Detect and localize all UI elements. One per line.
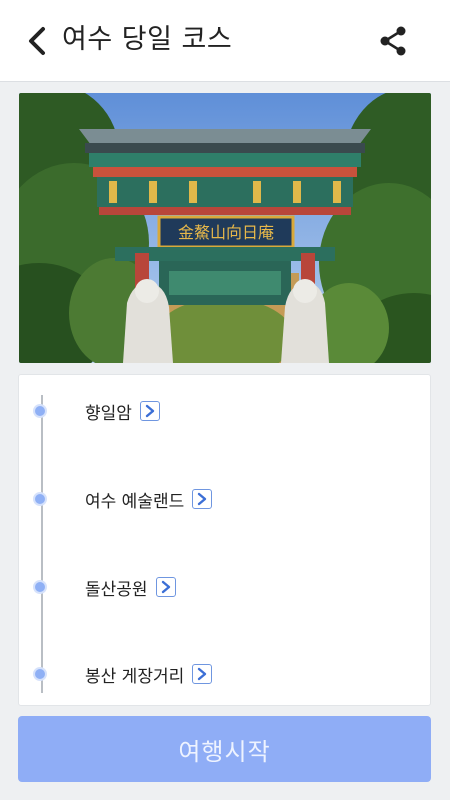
stop-label: 향일암 — [85, 403, 132, 424]
timeline-dot — [33, 580, 47, 594]
temple-gate-illustration: 金鰲山向日庵 — [19, 93, 431, 363]
course-stop: 여수 예술랜드 — [33, 485, 213, 513]
chevron-right-icon — [145, 404, 155, 418]
app-header: 여수 당일 코스 — [0, 0, 450, 82]
page-title: 여수 당일 코스 — [62, 24, 233, 55]
timeline-line — [41, 395, 43, 693]
chevron-right-icon — [161, 580, 170, 594]
hero-image: 金鰲山向日庵 — [19, 93, 431, 363]
stop-detail-button[interactable] — [155, 577, 176, 597]
chevron-left-icon — [29, 27, 45, 55]
share-button[interactable] — [374, 22, 412, 60]
stop-label: 돌산공원 — [85, 579, 148, 600]
stop-detail-button[interactable] — [192, 489, 213, 509]
stop-detail-button[interactable] — [192, 664, 213, 684]
chevron-right-icon — [198, 492, 207, 506]
back-button[interactable] — [22, 24, 52, 58]
stop-label: 봉산 게장거리 — [85, 666, 185, 687]
timeline-dot — [33, 667, 47, 681]
course-stop: 돌산공원 — [33, 573, 176, 601]
course-stop: 봉산 게장거리 — [33, 660, 213, 688]
timeline-dot — [33, 404, 47, 418]
share-icon — [380, 26, 406, 56]
chevron-right-icon — [198, 667, 207, 681]
start-trip-button[interactable]: 여행시작 — [18, 716, 431, 782]
timeline-dot — [33, 492, 47, 506]
signboard-text: 金鰲山向日庵 — [178, 223, 274, 242]
stop-detail-button[interactable] — [139, 401, 160, 421]
course-card: 향일암 여수 예술랜드 돌산공원 봉산 게장거리 — [18, 374, 431, 706]
course-stop: 향일암 — [33, 397, 160, 425]
stop-label: 여수 예술랜드 — [85, 491, 185, 512]
